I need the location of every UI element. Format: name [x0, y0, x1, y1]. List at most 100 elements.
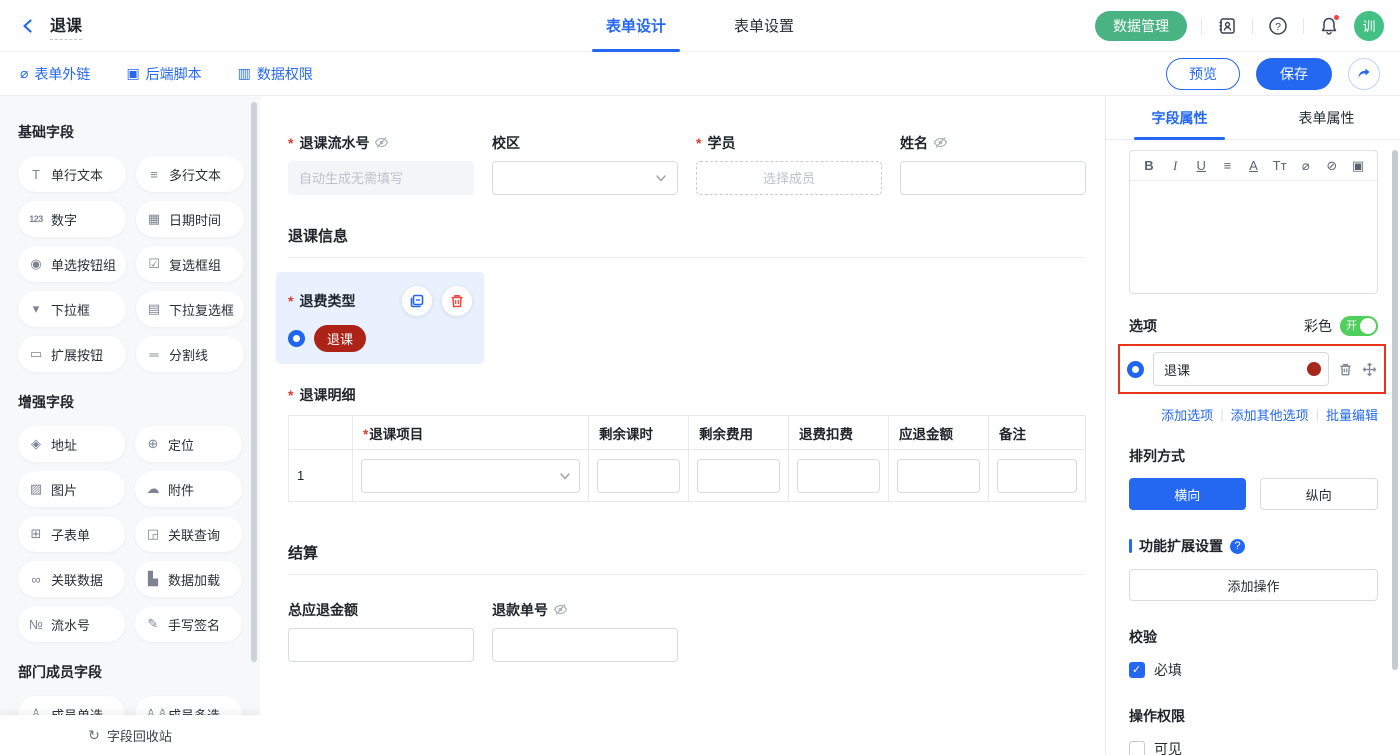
refund-order-no-input[interactable] [492, 628, 678, 662]
page-title[interactable]: 退课 [50, 12, 82, 40]
name-input[interactable] [900, 161, 1086, 195]
field-campus[interactable]: 校区 [492, 134, 678, 195]
sidebar-item-multi-select[interactable]: ▤下拉复选框 [136, 291, 244, 327]
label-rich-text-editor[interactable]: B I U ≡ A Tт ⌀ ⊘ ▣ [1129, 150, 1378, 294]
main-tabs: 表单设计 表单设置 [600, 0, 800, 52]
sidebar-item-radio-group[interactable]: ◉单选按钮组 [18, 246, 126, 282]
tab-form-design[interactable]: 表单设计 [600, 0, 672, 52]
remark-input[interactable] [997, 459, 1077, 493]
contact-book-icon[interactable] [1216, 15, 1238, 37]
sidebar-item-serial-number[interactable]: №流水号 [18, 606, 125, 642]
field-student[interactable]: *学员 [696, 134, 882, 195]
save-button[interactable]: 保存 [1256, 58, 1332, 90]
italic-icon[interactable]: I [1166, 158, 1184, 174]
remaining-fee-input[interactable] [697, 459, 780, 493]
sidebar-item-address[interactable]: ◈地址 [18, 426, 125, 462]
deduction-input[interactable] [797, 459, 880, 493]
sidebar-item-data-load[interactable]: ▙数据加载 [135, 561, 242, 597]
add-option-link[interactable]: 添加选项 [1161, 405, 1213, 424]
tab-form-properties[interactable]: 表单属性 [1253, 96, 1400, 139]
refund-type-radio[interactable] [288, 330, 305, 347]
underline-icon[interactable]: U [1192, 158, 1210, 173]
field-serial-number[interactable]: *退课流水号 [288, 134, 474, 195]
multi-line-text-icon: ≡ [146, 167, 162, 182]
sidebar-item-signature[interactable]: ✎手写签名 [135, 606, 242, 642]
add-other-option-link[interactable]: 添加其他选项 [1231, 405, 1309, 424]
data-manage-button[interactable]: 数据管理 [1095, 11, 1187, 41]
drag-option-icon[interactable] [1362, 362, 1377, 377]
external-link-button[interactable]: ⌀ 表单外链 [20, 64, 90, 84]
sidebar-scrollbar[interactable] [251, 102, 257, 662]
total-refund-input[interactable] [288, 628, 474, 662]
notification-bell-icon[interactable] [1318, 15, 1340, 37]
batch-edit-link[interactable]: 批量编辑 [1326, 405, 1378, 424]
visible-checkbox[interactable] [1129, 741, 1145, 755]
field-name[interactable]: 姓名 [900, 134, 1086, 195]
campus-select[interactable] [492, 161, 678, 195]
editor-content[interactable] [1130, 181, 1377, 293]
sidebar-item-checkbox-group[interactable]: ☑复选框组 [136, 246, 244, 282]
backend-script-button[interactable]: ▣ 后端脚本 [126, 64, 201, 84]
unlink-icon[interactable]: ⊘ [1323, 158, 1341, 174]
option-text-input[interactable] [1153, 352, 1329, 386]
course-item-select[interactable] [361, 459, 580, 493]
add-action-button[interactable]: 添加操作 [1129, 569, 1378, 601]
font-size-icon[interactable]: Tт [1271, 158, 1289, 173]
field-total-refund[interactable]: 总应退金额 [288, 601, 474, 662]
field-recycle-bin-button[interactable]: ↻ 字段回收站 [0, 715, 260, 755]
tab-form-settings[interactable]: 表单设置 [728, 0, 800, 52]
remaining-hours-input[interactable] [597, 459, 680, 493]
selected-field-refund-type[interactable]: *退费类型 退课 [276, 272, 484, 364]
color-toggle-switch[interactable]: 开 [1340, 316, 1378, 336]
insert-image-icon[interactable]: ▣ [1349, 158, 1367, 174]
sidebar-item-subform[interactable]: ⊞子表单 [18, 516, 125, 552]
sidebar-item-image[interactable]: ▨图片 [18, 471, 125, 507]
refund-type-option-pill[interactable]: 退课 [314, 325, 366, 352]
sidebar-item-label: 定位 [168, 435, 194, 454]
sidebar-item-multi-line-text[interactable]: ≡多行文本 [136, 156, 244, 192]
help-icon[interactable]: ? [1267, 15, 1289, 37]
sidebar-item-attachment[interactable]: ☁附件 [135, 471, 242, 507]
field-label: 校区 [492, 133, 520, 153]
help-circle-icon[interactable]: ? [1230, 539, 1245, 554]
tab-field-properties[interactable]: 字段属性 [1106, 96, 1253, 139]
student-member-picker[interactable] [696, 161, 882, 195]
panel-scrollbar[interactable] [1392, 150, 1398, 670]
avatar[interactable]: 训 [1354, 11, 1384, 41]
share-button[interactable] [1348, 58, 1380, 90]
refund-amount-input[interactable] [897, 459, 980, 493]
form-canvas[interactable]: *退课流水号 校区 *学员 姓名 [260, 96, 1105, 755]
backend-script-icon: ▣ [126, 65, 139, 82]
sidebar-item-single-line-text[interactable]: T单行文本 [18, 156, 126, 192]
sidebar-item-linked-data[interactable]: ∞关联数据 [18, 561, 125, 597]
visible-checkbox-label: 可见 [1154, 739, 1182, 755]
sidebar-item-datetime[interactable]: ▦日期时间 [136, 201, 244, 237]
align-icon[interactable]: ≡ [1218, 158, 1236, 173]
back-icon[interactable] [16, 14, 40, 38]
delete-field-button[interactable] [442, 286, 472, 316]
delete-option-icon[interactable] [1338, 362, 1353, 377]
sidebar-item-extend-button[interactable]: ▭扩展按钮 [18, 336, 126, 372]
option-color-dot[interactable] [1307, 362, 1321, 376]
sidebar-item-select[interactable]: ▾下拉框 [18, 291, 126, 327]
field-refund-order-no[interactable]: 退款单号 [492, 601, 678, 662]
link-icon[interactable]: ⌀ [1297, 158, 1315, 174]
serial-number-input[interactable] [288, 161, 474, 195]
sidebar-item-location[interactable]: ⊕定位 [135, 426, 242, 462]
data-permission-button[interactable]: ▥ 数据权限 [238, 64, 313, 84]
sidebar-item-divider-line[interactable]: ═分割线 [136, 336, 244, 372]
withdraw-detail-table[interactable]: *退课项目 剩余课时 剩余费用 退费扣费 应退金额 备注 1 [288, 415, 1086, 502]
required-checkbox[interactable] [1129, 662, 1145, 678]
font-color-icon[interactable]: A [1245, 158, 1263, 173]
color-label: 彩色 [1304, 316, 1332, 336]
extension-settings-label: 功能扩展设置 [1139, 536, 1223, 556]
field-label-detail-table: 退课明细 [299, 385, 355, 405]
copy-field-button[interactable] [402, 286, 432, 316]
sidebar-item-linked-query[interactable]: ◲关联查询 [135, 516, 242, 552]
bold-icon[interactable]: B [1140, 158, 1158, 173]
horizontal-button[interactable]: 横向 [1129, 478, 1246, 510]
preview-button[interactable]: 预览 [1166, 58, 1240, 90]
option-radio[interactable] [1127, 361, 1144, 378]
sidebar-item-number[interactable]: 123数字 [18, 201, 126, 237]
vertical-button[interactable]: 纵向 [1260, 478, 1379, 510]
